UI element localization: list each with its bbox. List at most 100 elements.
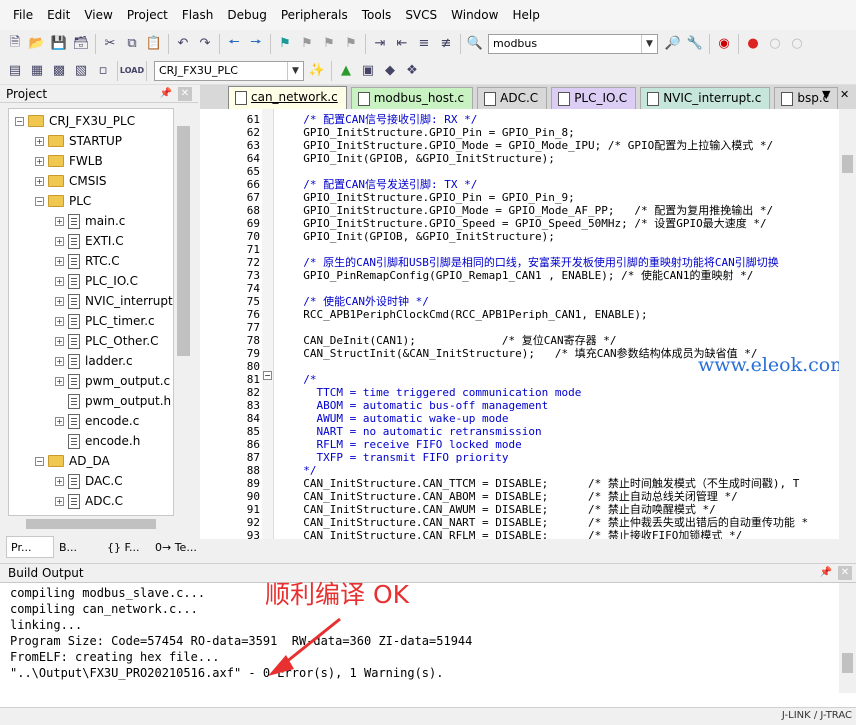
kill-breakpoints-icon[interactable]: ○ bbox=[786, 33, 808, 55]
menu-file[interactable]: File bbox=[6, 0, 40, 30]
build-output-vertical-scrollbar[interactable] bbox=[839, 583, 856, 693]
tree-item[interactable]: − PLC bbox=[35, 191, 91, 211]
tab-list-chevron-icon[interactable]: ▼ bbox=[822, 88, 830, 101]
breakpoint-icon[interactable]: ● bbox=[742, 33, 764, 55]
new-file-icon[interactable]: 🗎 bbox=[4, 33, 26, 55]
tree-item[interactable]: + PLC_Other.C bbox=[55, 331, 158, 351]
menu-view[interactable]: View bbox=[77, 0, 119, 30]
fold-margin[interactable]: − bbox=[262, 109, 274, 539]
code-text[interactable]: /* 配置CAN信号接收引脚: RX */ GPIO_InitStructure… bbox=[290, 109, 838, 539]
tree-item[interactable]: + PLC_timer.c bbox=[55, 311, 155, 331]
tree-item[interactable]: + PLC_IO.C bbox=[55, 271, 138, 291]
scrollbar-thumb[interactable] bbox=[177, 126, 190, 356]
batch-build-icon[interactable]: ▧ bbox=[70, 60, 92, 82]
target-options-icon[interactable]: ✨ bbox=[306, 60, 328, 82]
chevron-down-icon[interactable]: ▼ bbox=[287, 61, 303, 80]
expand-icon[interactable]: + bbox=[55, 316, 64, 326]
scrollbar-thumb[interactable] bbox=[842, 155, 853, 173]
editor-tab[interactable]: ADC.C bbox=[477, 87, 548, 109]
unindent-icon[interactable]: ⇤ bbox=[391, 33, 413, 55]
pack-installer-icon[interactable]: ❖ bbox=[401, 60, 423, 82]
target-select[interactable]: CRJ_FX3U_PLC ▼ bbox=[154, 60, 304, 81]
undo-icon[interactable]: ↶ bbox=[172, 33, 194, 55]
tree-item[interactable]: + STARTUP bbox=[35, 131, 122, 151]
uncomment-icon[interactable]: ≢ bbox=[435, 33, 457, 55]
expand-icon[interactable]: + bbox=[55, 216, 64, 226]
scrollbar-thumb[interactable] bbox=[26, 519, 156, 529]
collapse-icon[interactable]: − bbox=[35, 456, 44, 466]
expand-icon[interactable]: + bbox=[55, 476, 64, 486]
expand-icon[interactable]: + bbox=[55, 416, 64, 426]
cut-icon[interactable]: ✂ bbox=[99, 33, 121, 55]
find-combo[interactable]: modbus ▼ bbox=[488, 33, 658, 54]
tree-item[interactable]: + ladder.c bbox=[55, 351, 133, 371]
expand-icon[interactable]: + bbox=[35, 136, 44, 146]
find-icon[interactable]: 🔎 bbox=[662, 33, 684, 55]
expand-icon[interactable]: + bbox=[55, 356, 64, 366]
project-panel-tab[interactable]: B... bbox=[54, 536, 102, 558]
expand-icon[interactable]: + bbox=[55, 256, 64, 266]
close-icon[interactable]: ✕ bbox=[838, 566, 852, 580]
replace-icon[interactable]: 🔧 bbox=[684, 33, 706, 55]
project-panel-tab[interactable]: Pr... bbox=[6, 536, 54, 558]
menu-tools[interactable]: Tools bbox=[355, 0, 399, 30]
menu-window[interactable]: Window bbox=[444, 0, 505, 30]
tree-item[interactable]: encode.h bbox=[55, 431, 140, 451]
editor-tab[interactable]: can_network.c bbox=[228, 86, 347, 109]
editor-tab[interactable]: PLC_IO.C bbox=[551, 87, 637, 109]
expand-icon[interactable]: + bbox=[55, 236, 64, 246]
expand-icon[interactable]: + bbox=[35, 156, 44, 166]
build-icon[interactable]: ▦ bbox=[26, 60, 48, 82]
chevron-down-icon[interactable]: ▼ bbox=[641, 34, 657, 53]
comment-icon[interactable]: ≡ bbox=[413, 33, 435, 55]
paste-icon[interactable]: 📋 bbox=[143, 33, 165, 55]
expand-icon[interactable]: + bbox=[35, 176, 44, 186]
close-icon[interactable]: ✕ bbox=[840, 88, 849, 101]
collapse-icon[interactable]: − bbox=[15, 116, 24, 126]
scrollbar-thumb[interactable] bbox=[842, 653, 853, 673]
close-icon[interactable]: ✕ bbox=[178, 87, 192, 101]
project-panel-tab[interactable]: {} F... bbox=[102, 536, 150, 558]
download-icon[interactable]: LOAD bbox=[120, 60, 144, 82]
manage-components-icon[interactable]: ▲ bbox=[335, 60, 357, 82]
redo-icon[interactable]: ↷ bbox=[194, 33, 216, 55]
prev-bookmark-icon[interactable]: ⚑ bbox=[296, 33, 318, 55]
tree-item[interactable]: + pwm_output.c bbox=[55, 371, 170, 391]
stop-build-icon[interactable]: ▫ bbox=[92, 60, 114, 82]
tree-item[interactable]: + FWLB bbox=[35, 151, 103, 171]
tree-item[interactable]: + DAC.C bbox=[55, 471, 123, 491]
pin-icon[interactable]: 📌 bbox=[160, 85, 172, 103]
menu-edit[interactable]: Edit bbox=[40, 0, 77, 30]
open-folder-icon[interactable]: 📂 bbox=[26, 33, 48, 55]
tree-item[interactable]: − CRJ_FX3U_PLC bbox=[15, 111, 135, 131]
code-editor[interactable]: 61 62 63 64 65 66 67 68 69 70 71 72 73 74 75 76 77 78 79 80… bbox=[200, 109, 856, 539]
tree-item[interactable]: + encode.c bbox=[55, 411, 139, 431]
tree-item[interactable]: + RTC.C bbox=[55, 251, 120, 271]
select-software-packs-icon[interactable]: ◆ bbox=[379, 60, 401, 82]
disable-breakpoint-icon[interactable]: ○ bbox=[764, 33, 786, 55]
menu-debug[interactable]: Debug bbox=[220, 0, 273, 30]
editor-vertical-scrollbar[interactable] bbox=[839, 109, 856, 539]
editor-tab[interactable]: NVIC_interrupt.c bbox=[640, 87, 771, 109]
expand-icon[interactable]: + bbox=[55, 336, 64, 346]
editor-tab[interactable]: modbus_host.c bbox=[350, 87, 474, 109]
fold-toggle-icon[interactable]: − bbox=[263, 371, 272, 380]
collapse-icon[interactable]: − bbox=[35, 196, 44, 206]
translate-icon[interactable]: ▤ bbox=[4, 60, 26, 82]
clear-bookmarks-icon[interactable]: ⚑ bbox=[340, 33, 362, 55]
rebuild-icon[interactable]: ▩ bbox=[48, 60, 70, 82]
expand-icon[interactable]: + bbox=[55, 376, 64, 386]
tree-item[interactable]: + NVIC_interrupt bbox=[55, 291, 173, 311]
menu-peripherals[interactable]: Peripherals bbox=[274, 0, 355, 30]
save-icon[interactable]: 💾 bbox=[48, 33, 70, 55]
menu-help[interactable]: Help bbox=[505, 0, 546, 30]
copy-icon[interactable]: ⧉ bbox=[121, 33, 143, 55]
save-all-icon[interactable]: 🗃 bbox=[70, 33, 92, 55]
next-bookmark-icon[interactable]: ⚑ bbox=[318, 33, 340, 55]
bookmark-icon[interactable]: ⚑ bbox=[274, 33, 296, 55]
debug-session-icon[interactable]: ◉ bbox=[713, 33, 735, 55]
expand-icon[interactable]: + bbox=[55, 296, 64, 306]
menu-flash[interactable]: Flash bbox=[175, 0, 220, 30]
expand-icon[interactable]: + bbox=[55, 496, 64, 506]
expand-icon[interactable]: + bbox=[55, 276, 64, 286]
